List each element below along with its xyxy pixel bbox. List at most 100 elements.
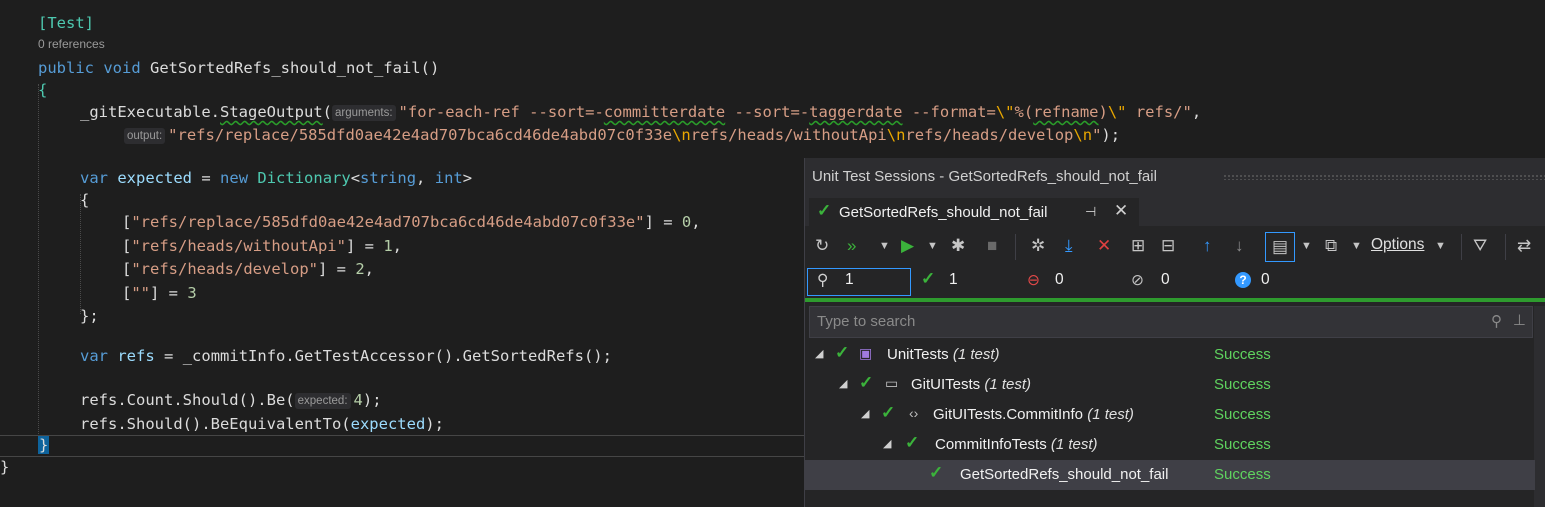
tree-node[interactable]: ◢ ✓ CommitInfoTests (1 test) Success (805, 430, 1535, 460)
panel-toolbar: ↻ » ▼ ▶ ▼ ✱ ■ ✲ ⤓ ✕ ⊞ ⊟ ↑ ↓ ▤ ▼ ⧉ ▼ Opti… (805, 226, 1545, 266)
expand-arrow-icon[interactable]: ◢ (815, 347, 823, 360)
passed-count[interactable]: 1 (949, 271, 958, 289)
next-icon[interactable]: ↓ (1235, 236, 1244, 256)
export-icon[interactable]: ⧉ (1325, 236, 1337, 256)
node-count: (1 test) (984, 376, 1032, 393)
total-count[interactable]: 1 (845, 271, 854, 289)
current-line-highlight (0, 435, 805, 457)
panel-title-bar[interactable]: Unit Test Sessions - GetSortedRefs_shoul… (805, 158, 1545, 196)
check-icon: ✓ (929, 463, 944, 482)
track-running-icon[interactable]: ✲ (1031, 236, 1045, 256)
session-tab[interactable]: ✓ GetSortedRefs_should_not_fail ⊣ ✕ (809, 198, 1139, 226)
previous-icon[interactable]: ↑ (1203, 236, 1212, 256)
project-icon: ▣ (859, 345, 873, 361)
matched-brace: } (38, 436, 50, 454)
options-menu[interactable]: Options (1371, 236, 1424, 254)
code-line-dict-entry: ["refs/replace/585dfd0ae42e4ad707bca6cd4… (122, 213, 701, 231)
tree-node[interactable]: ◢ ✓ ▭ GitUITests (1 test) Success (805, 370, 1535, 400)
link-icon: ⚲ (817, 272, 829, 289)
result-counters: ⚲ 1 ✓ 1 ⊖ 0 ⊘ 0 ? 0 (805, 266, 1545, 298)
failed-count[interactable]: 0 (1055, 271, 1064, 289)
check-icon: ✓ (817, 201, 832, 220)
code-line-signature: public void GetSortedRefs_should_not_fai… (38, 59, 440, 77)
expand-arrow-icon[interactable]: ◢ (883, 437, 891, 450)
unit-test-sessions-panel: Unit Test Sessions - GetSortedRefs_shoul… (804, 158, 1545, 507)
tree-node[interactable]: ◢ ✓ ▣ UnitTests (1 test) Success (805, 340, 1535, 370)
chevron-down-icon[interactable]: ▼ (1301, 236, 1312, 256)
node-label: CommitInfoTests (935, 436, 1047, 453)
check-icon: ✓ (859, 373, 874, 392)
indent-guide (80, 194, 81, 314)
toolbar-separator (1505, 234, 1506, 260)
method-name[interactable]: GetSortedRefs_should_not_fail (150, 59, 421, 77)
expand-arrow-icon[interactable]: ◢ (861, 407, 869, 420)
unknown-count[interactable]: 0 (1261, 271, 1270, 289)
auto-scroll-icon[interactable]: ⤓ (1065, 236, 1073, 256)
chevron-down-icon[interactable]: ▼ (1435, 236, 1446, 256)
code-line-equiv-assert: refs.Should().BeEquivalentTo(expected); (80, 415, 444, 433)
close-icon[interactable]: ✕ (1114, 201, 1128, 221)
panel-title: Unit Test Sessions - GetSortedRefs_shoul… (812, 168, 1157, 185)
sync-icon[interactable]: ⇄ (1517, 236, 1531, 256)
search-input[interactable]: Type to search (817, 313, 915, 330)
code-line-count-assert: refs.Count.Should().Be(expected: 4); (80, 391, 382, 409)
code-line-refs-decl: var refs = _commitInfo.GetTestAccessor()… (80, 347, 612, 365)
run-all-icon[interactable]: » (847, 236, 856, 256)
code-line-output-arg: output: "refs/replace/585dfd0ae42e4ad707b… (124, 124, 1120, 146)
node-status: Success (1214, 466, 1271, 483)
remove-icon[interactable]: ✕ (1097, 236, 1111, 256)
test-attribute: [Test] (38, 14, 94, 32)
collapse-all-icon[interactable]: ⊟ (1161, 236, 1175, 256)
pin-icon[interactable]: ⊥ (1513, 311, 1526, 329)
chevron-down-icon[interactable]: ▼ (927, 236, 938, 256)
run-icon[interactable]: ▶ (901, 236, 914, 256)
check-icon: ✓ (905, 433, 920, 452)
scrollbar[interactable] (1534, 306, 1545, 507)
csharp-file-icon: ▭ (885, 375, 899, 391)
chevron-down-icon[interactable]: ▼ (1351, 236, 1362, 256)
node-status: Success (1214, 346, 1271, 363)
toolbar-separator (1015, 234, 1016, 260)
code-line-open-brace: { (38, 81, 48, 99)
node-count: (1 test) (952, 346, 1000, 363)
ignored-count[interactable]: 0 (1161, 271, 1170, 289)
filter-icon[interactable]: ⛛ (1473, 236, 1487, 256)
repeat-run-icon[interactable]: ↻ (815, 236, 829, 256)
title-grip (1223, 174, 1545, 180)
search-icon[interactable]: ⚲ (1491, 312, 1502, 330)
expand-arrow-icon[interactable]: ◢ (839, 377, 847, 390)
toolbar-separator (1461, 234, 1462, 260)
ignored-icon: ⊘ (1131, 272, 1144, 289)
session-tab-bar: ✓ GetSortedRefs_should_not_fail ⊣ ✕ (805, 196, 1545, 226)
namespace-icon: ‹› (909, 405, 919, 421)
node-label: GitUITests (911, 376, 981, 393)
code-line-outer-close: } (0, 458, 10, 476)
stop-icon[interactable]: ■ (987, 236, 997, 256)
node-status: Success (1214, 376, 1271, 393)
chevron-down-icon[interactable]: ▼ (879, 236, 890, 256)
code-line-inner-close: }; (80, 307, 99, 325)
node-label: GetSortedRefs_should_not_fail (960, 466, 1169, 483)
debug-icon[interactable]: ✱ (951, 236, 965, 256)
indent-guide (38, 84, 39, 444)
code-line-dict-entry: ["refs/heads/withoutApi"] = 1, (122, 237, 402, 255)
session-tab-label: GetSortedRefs_should_not_fail (839, 204, 1048, 221)
check-icon: ✓ (921, 269, 936, 288)
search-box[interactable]: Type to search ⚲ ⊥ (809, 306, 1533, 338)
codelens-references[interactable]: 0 references (38, 37, 105, 51)
parameter-hint-output: output: (124, 128, 166, 144)
pin-icon[interactable]: ⊣ (1085, 204, 1096, 220)
expand-all-icon[interactable]: ⊞ (1131, 236, 1145, 256)
node-label: GitUITests.CommitInfo (933, 406, 1084, 423)
node-status: Success (1214, 406, 1271, 423)
parameter-hint-expected: expected: (294, 393, 351, 409)
code-line-dict-entry: ["refs/heads/develop"] = 2, (122, 260, 374, 278)
tree-node[interactable]: ◢ ✓ ‹› GitUITests.CommitInfo (1 test) Su… (805, 400, 1535, 430)
node-status: Success (1214, 436, 1271, 453)
code-line-close-brace: } (38, 434, 50, 456)
group-by-icon[interactable]: ▤ (1265, 232, 1295, 262)
unknown-icon: ? (1235, 272, 1251, 288)
tree-node-selected[interactable]: ✓ GetSortedRefs_should_not_fail Success (805, 460, 1535, 490)
code-line-stage-output: _gitExecutable.StageOutput(arguments: "fo… (80, 103, 1202, 121)
check-icon: ✓ (881, 403, 896, 422)
